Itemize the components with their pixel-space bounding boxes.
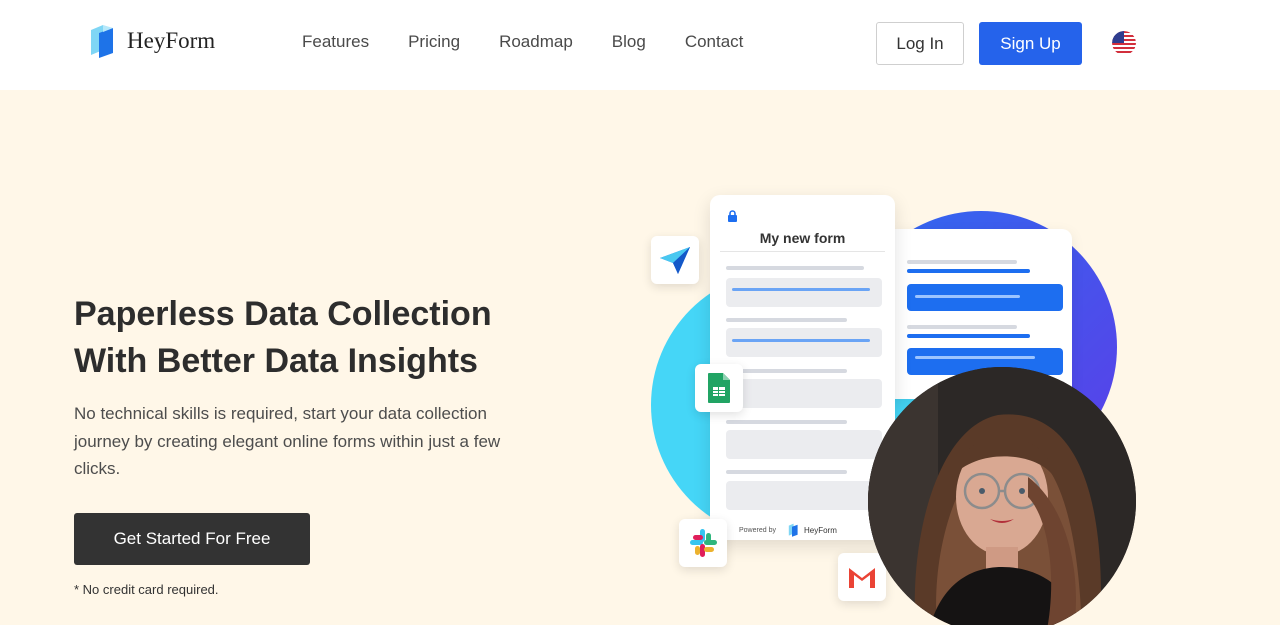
main-menu: Features Pricing Roadmap Blog Contact bbox=[302, 32, 782, 52]
nav-link-features[interactable]: Features bbox=[302, 32, 369, 52]
get-started-button[interactable]: Get Started For Free bbox=[74, 513, 310, 565]
gmail-tile bbox=[838, 553, 886, 601]
heyform-logo-icon bbox=[91, 25, 113, 58]
nav-link-pricing[interactable]: Pricing bbox=[408, 32, 460, 52]
nav-link-contact[interactable]: Contact bbox=[685, 32, 744, 52]
top-navigation: HeyForm Features Pricing Roadmap Blog Co… bbox=[0, 0, 1280, 90]
form-title: My new form bbox=[759, 230, 846, 246]
hero-title-line-1: Paperless Data Collection bbox=[74, 295, 492, 333]
paper-plane-tile bbox=[651, 236, 699, 284]
hero-title-line-2: With Better Data Insights bbox=[74, 342, 478, 380]
lock-icon bbox=[728, 210, 737, 222]
form-divider bbox=[720, 251, 885, 252]
hero-title: Paperless Data Collection With Better Da… bbox=[74, 291, 594, 385]
brand-name: HeyForm bbox=[127, 28, 216, 53]
heyform-small-logo-icon bbox=[788, 523, 798, 537]
hero-subtitle: No technical skills is required, start y… bbox=[74, 404, 501, 478]
us-flag-icon[interactable] bbox=[1112, 31, 1136, 55]
powered-by-label: Powered by bbox=[739, 526, 776, 534]
powered-by-brand: HeyForm bbox=[803, 525, 837, 535]
gmail-icon bbox=[849, 568, 875, 588]
nav-link-roadmap[interactable]: Roadmap bbox=[499, 32, 573, 52]
signup-button[interactable]: Sign Up bbox=[979, 22, 1082, 65]
user-portrait-image bbox=[868, 367, 1136, 625]
slack-icon bbox=[690, 529, 717, 557]
no-credit-card-note: * No credit card required. bbox=[74, 582, 219, 597]
login-button[interactable]: Log In bbox=[876, 22, 964, 65]
powered-by-badge: Powered by HeyForm bbox=[739, 523, 837, 537]
slack-tile bbox=[679, 519, 727, 567]
google-sheets-tile bbox=[695, 364, 743, 412]
brand-logo[interactable]: HeyForm bbox=[89, 24, 215, 58]
paper-plane-icon bbox=[660, 247, 690, 274]
google-sheets-icon bbox=[708, 373, 730, 403]
portrait-illustration bbox=[868, 367, 1136, 625]
nav-link-blog[interactable]: Blog bbox=[612, 32, 646, 52]
